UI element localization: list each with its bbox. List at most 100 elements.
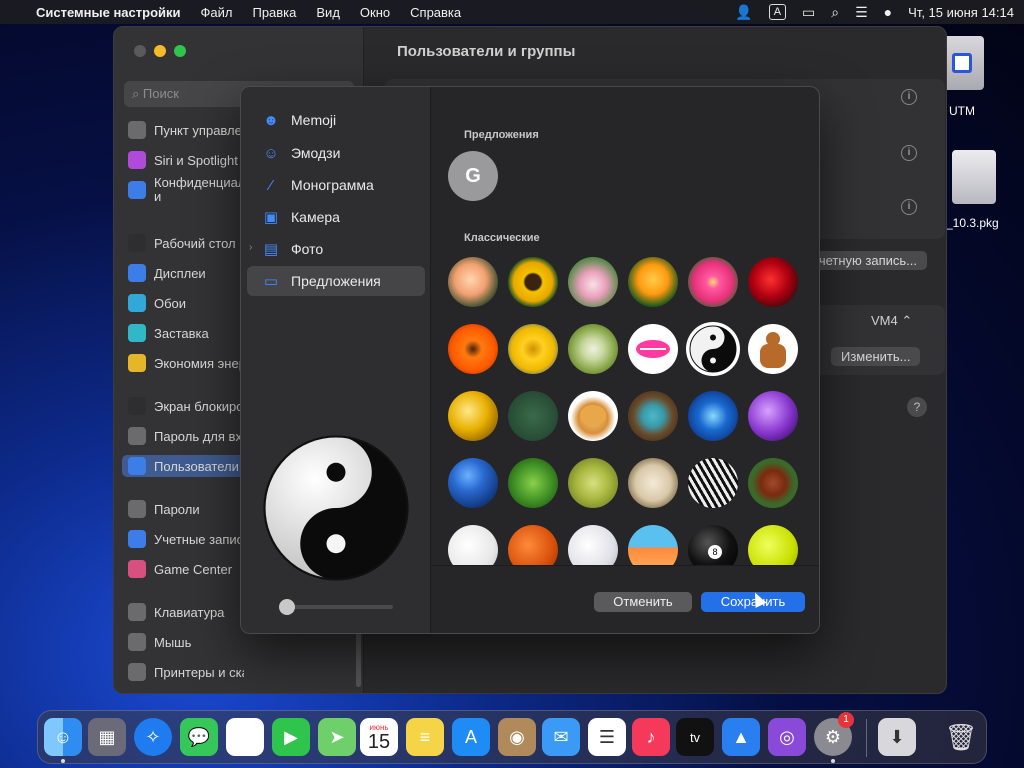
cancel-button[interactable]: Отменить: [594, 592, 692, 612]
picture-beach-chair[interactable]: [628, 525, 678, 565]
picture-green-leaf[interactable]: [508, 458, 558, 508]
sidebar-item[interactable]: Пароли: [128, 498, 244, 520]
picture-red-rose[interactable]: [748, 257, 798, 307]
info-icon[interactable]: i: [901, 199, 917, 215]
info-icon[interactable]: i: [901, 145, 917, 161]
tv-icon[interactable]: tv: [676, 718, 714, 756]
dialog-item-memoji[interactable]: ☻ Memoji: [247, 105, 425, 135]
sidebar-item-label: Экономия энергии: [154, 355, 244, 371]
sidebar-item[interactable]: Рабочий стол и Dock: [128, 232, 244, 254]
zoom-slider-track[interactable]: [281, 605, 393, 609]
picture-sand-dollar[interactable]: [628, 458, 678, 508]
dialog-item-suggestions[interactable]: ▭ Предложения: [247, 266, 425, 296]
music-icon[interactable]: ♪: [632, 718, 670, 756]
menu-file[interactable]: Файл: [201, 5, 233, 20]
picture-zebra[interactable]: [688, 458, 738, 508]
safari-icon[interactable]: ✧: [134, 718, 172, 756]
sidebar-item[interactable]: Мышь: [128, 631, 244, 653]
menu-help[interactable]: Справка: [410, 5, 461, 20]
picture-gingerbread[interactable]: [748, 324, 798, 374]
app-store-icon[interactable]: A: [452, 718, 490, 756]
trash-icon[interactable]: 🗑: [942, 718, 980, 756]
picture-baseball[interactable]: [448, 525, 498, 565]
picture-blue-crackle[interactable]: [688, 391, 738, 441]
sidebar-item[interactable]: Siri и Spotlight: [128, 149, 244, 171]
launchpad-icon[interactable]: ▦: [88, 718, 126, 756]
picture-sunflower[interactable]: [508, 257, 558, 307]
mail-icon[interactable]: ✉: [542, 718, 580, 756]
sidebar-item[interactable]: Учетные записи: [128, 528, 244, 550]
picture-earth[interactable]: [448, 458, 498, 508]
sidebar-item[interactable]: Пункт управления: [128, 119, 244, 141]
picture-yellow-daisy[interactable]: [508, 324, 558, 374]
picture-tennis-ball[interactable]: [748, 525, 798, 565]
sidebar-item[interactable]: Пароль для входа: [128, 425, 244, 447]
downloads-icon[interactable]: ⬇: [878, 718, 916, 756]
sidebar-item[interactable]: Принтеры и сканеры: [128, 661, 244, 683]
picture-fortune-cookie[interactable]: [568, 391, 618, 441]
messages-icon[interactable]: 💬: [180, 718, 218, 756]
picture-lotus[interactable]: [568, 257, 618, 307]
menu-app-name[interactable]: Системные настройки: [36, 5, 181, 20]
siri-icon[interactable]: ●: [884, 4, 892, 20]
zoom-button[interactable]: [174, 45, 186, 57]
calendar-icon[interactable]: июнь 15: [360, 718, 398, 756]
picture-poppy[interactable]: [628, 257, 678, 307]
settings-category-icon: [128, 354, 146, 372]
facetime-icon[interactable]: ▶: [272, 718, 310, 756]
monogram-avatar[interactable]: G: [448, 151, 498, 201]
picture-gold-medal[interactable]: [448, 391, 498, 441]
picture-chalkboard[interactable]: [508, 391, 558, 441]
sidebar-item[interactable]: Дисплеи: [128, 262, 244, 284]
sidebar-item[interactable]: Конфиденциальность и безопасность: [128, 173, 244, 207]
dialog-item-photos[interactable]: ▤ Фото: [247, 234, 425, 264]
picture-basketball[interactable]: [508, 525, 558, 565]
picture-football[interactable]: [748, 458, 798, 508]
picture-dandelion[interactable]: [568, 324, 618, 374]
picture-yellow-leaf[interactable]: [568, 458, 618, 508]
dialog-item-camera[interactable]: ▣ Камера: [247, 202, 425, 232]
picture-orange-gerbera[interactable]: [448, 324, 498, 374]
photos-app-icon[interactable]: ✿: [226, 718, 264, 756]
window-icon[interactable]: ▭: [802, 4, 815, 21]
clock[interactable]: Чт, 15 июня 14:14: [908, 5, 1014, 20]
contacts-icon[interactable]: ◉: [498, 718, 536, 756]
sidebar-item[interactable]: Клавиатура: [128, 601, 244, 623]
search-icon[interactable]: ⌕: [831, 4, 839, 21]
picture-dahlia[interactable]: [688, 257, 738, 307]
picture-eggs-nest[interactable]: [628, 391, 678, 441]
menu-window[interactable]: Окно: [360, 5, 390, 20]
zoom-slider-knob[interactable]: [279, 599, 295, 615]
change-button[interactable]: Изменить...: [831, 347, 921, 366]
control-center-icon[interactable]: ☰: [855, 4, 868, 21]
dialog-item-emoji[interactable]: ☺ Эмодзи: [247, 138, 425, 168]
close-button[interactable]: [134, 45, 146, 57]
menu-view[interactable]: Вид: [316, 5, 340, 20]
picture-yin-yang[interactable]: [688, 324, 738, 374]
podcasts-icon[interactable]: ◎: [768, 718, 806, 756]
emoji-icon: ☺: [263, 144, 279, 162]
user-icon[interactable]: 👤: [735, 4, 752, 21]
keynote-icon[interactable]: ▲: [722, 718, 760, 756]
help-button[interactable]: ?: [907, 397, 927, 417]
dialog-item-monogram[interactable]: ⁄ Монограмма: [247, 170, 425, 200]
picture-lightning[interactable]: [748, 391, 798, 441]
info-icon[interactable]: i: [901, 89, 917, 105]
menu-edit[interactable]: Правка: [252, 5, 296, 20]
sidebar-item[interactable]: Обои: [128, 292, 244, 314]
finder-icon[interactable]: ☺: [44, 718, 82, 756]
sidebar-item[interactable]: Экономия энергии: [128, 352, 244, 374]
input-source-icon[interactable]: A: [768, 4, 787, 20]
picture-rose-peach[interactable]: [448, 257, 498, 307]
maps-icon[interactable]: ➤: [318, 718, 356, 756]
minimize-button[interactable]: [154, 45, 166, 57]
picture-lips[interactable]: [628, 324, 678, 374]
sidebar-item[interactable]: Game Center: [128, 558, 244, 580]
sidebar-item[interactable]: Заставка: [128, 322, 244, 344]
reminders-icon[interactable]: ☰: [588, 718, 626, 756]
sidebar-item[interactable]: Экран блокировки: [128, 395, 244, 417]
notes-icon[interactable]: ≡: [406, 718, 444, 756]
picture-golf-ball[interactable]: [568, 525, 618, 565]
picture-eight-ball[interactable]: 8: [688, 525, 738, 565]
vm-select[interactable]: VM4 ⌃: [871, 313, 912, 329]
